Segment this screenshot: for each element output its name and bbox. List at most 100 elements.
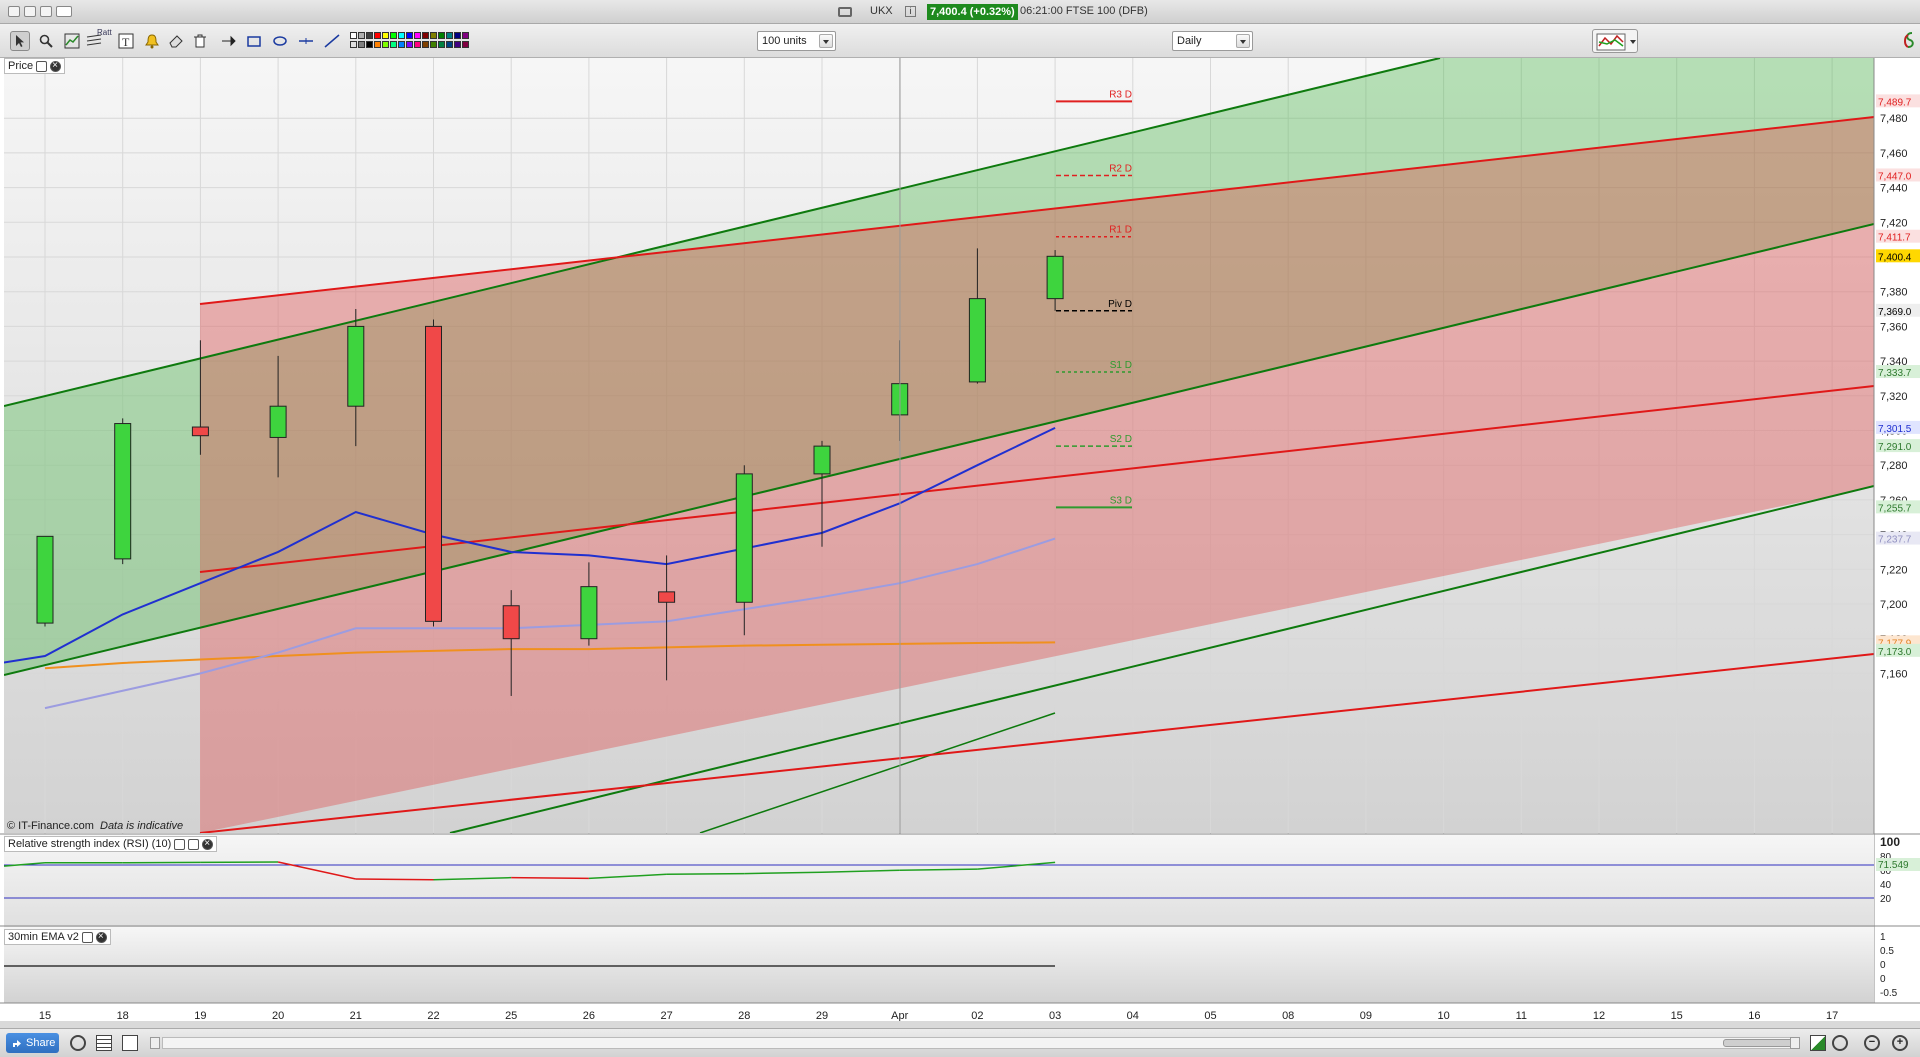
date-tick-label: 17 <box>1826 1010 1838 1021</box>
title-bar: UKX i 7,400.4 (+0.32%) 06:21:00 FTSE 100… <box>0 0 1920 24</box>
settings-wrench-icon[interactable] <box>174 838 186 850</box>
window-close-icon[interactable] <box>8 6 20 17</box>
indicator-menu-icon[interactable] <box>1592 29 1638 53</box>
price-tick-label: 7,280 <box>1880 460 1908 472</box>
palette-swatch[interactable] <box>462 41 469 48</box>
price-tag-text: 7,333.7 <box>1878 368 1912 379</box>
palette-swatch[interactable] <box>430 32 437 39</box>
settings-wrench-icon[interactable] <box>36 60 48 72</box>
price-tick-label: 7,480 <box>1880 113 1908 125</box>
rsi-axis-label: 20 <box>1880 894 1892 905</box>
dollar-icon[interactable] <box>1900 29 1920 53</box>
palette-swatch[interactable] <box>422 32 429 39</box>
palette-swatch[interactable] <box>350 41 357 48</box>
instrument-description: 06:21:00 FTSE 100 (DFB) <box>1020 5 1148 17</box>
palette-swatch[interactable] <box>454 32 461 39</box>
pivot-label: S1 D <box>1110 360 1132 371</box>
palette-swatch[interactable] <box>446 32 453 39</box>
info-icon[interactable]: i <box>905 6 916 17</box>
palette-swatch[interactable] <box>406 32 413 39</box>
keyboard-icon[interactable] <box>56 6 72 17</box>
candle-body <box>658 591 676 603</box>
date-tick-label: 03 <box>1049 1010 1061 1021</box>
zoom-tool-icon[interactable] <box>36 31 56 51</box>
alert-bell-icon[interactable] <box>142 31 162 51</box>
pivot-label: Piv D <box>1108 299 1132 310</box>
palette-swatch[interactable] <box>414 41 421 48</box>
palette-swatch[interactable] <box>414 32 421 39</box>
rsi-segment <box>899 868 978 871</box>
palette-swatch[interactable] <box>422 41 429 48</box>
print-icon[interactable] <box>122 1035 138 1051</box>
chart-area[interactable]: R3 D R2 D R1 D Piv D S1 D S2 D S3 D 7,480 7,460… <box>0 58 1920 1021</box>
maximize-icon[interactable] <box>81 931 93 943</box>
palette-swatch[interactable] <box>406 41 413 48</box>
date-tick-label: 20 <box>272 1010 284 1021</box>
scroll-left-arrow[interactable] <box>150 1037 160 1049</box>
palette-swatch[interactable] <box>382 41 389 48</box>
close-icon[interactable] <box>50 59 62 73</box>
close-icon[interactable] <box>95 930 107 944</box>
palette-swatch[interactable] <box>374 41 381 48</box>
palette-swatch[interactable] <box>366 32 373 39</box>
pointer-tool-icon[interactable] <box>10 31 30 51</box>
horizontal-scrollbar[interactable] <box>162 1037 1794 1049</box>
rectangle-tool-icon[interactable] <box>244 31 264 51</box>
arrow-tool-icon[interactable] <box>218 31 238 51</box>
link-icon[interactable] <box>838 7 852 17</box>
palette-swatch[interactable] <box>382 32 389 39</box>
zoom-out-icon[interactable]: − <box>1864 1035 1880 1051</box>
palette-swatch[interactable] <box>462 32 469 39</box>
palette-swatch[interactable] <box>390 41 397 48</box>
scroll-right-arrow[interactable] <box>1790 1037 1800 1049</box>
fit-zoom-icon[interactable] <box>1832 1035 1848 1051</box>
color-palette[interactable] <box>350 31 506 51</box>
date-tick-label: 28 <box>738 1010 750 1021</box>
close-icon[interactable] <box>202 837 214 851</box>
ema-panel-background <box>4 927 1874 1003</box>
palette-swatch[interactable] <box>446 41 453 48</box>
scrollbar-thumb[interactable] <box>1723 1039 1793 1047</box>
window-minimize-icon[interactable] <box>24 6 36 17</box>
palette-swatch[interactable] <box>358 32 365 39</box>
price-panel-title: Price <box>8 60 34 72</box>
pivot-label: S3 D <box>1110 495 1132 506</box>
palette-swatch[interactable] <box>358 41 365 48</box>
watermark: © IT-Finance.com <box>7 820 94 832</box>
candle-body <box>968 298 986 383</box>
rsi-panel-title: Relative strength index (RSI) (10) <box>8 838 172 850</box>
rsi-segment <box>511 876 589 880</box>
window-restore-icon[interactable] <box>40 6 52 17</box>
chart-type-icon[interactable] <box>1810 1035 1826 1051</box>
quote-badge: 7,400.4 (+0.32%) <box>927 4 1018 20</box>
units-select[interactable]: 100 units <box>757 31 836 51</box>
palette-swatch[interactable] <box>390 32 397 39</box>
palette-swatch[interactable] <box>350 32 357 39</box>
palette-swatch[interactable] <box>398 32 405 39</box>
palette-swatch[interactable] <box>438 41 445 48</box>
date-tick-label: 05 <box>1204 1010 1216 1021</box>
horizontal-line-tool-icon[interactable] <box>296 31 316 51</box>
zoom-in-icon[interactable]: + <box>1892 1035 1908 1051</box>
ellipse-tool-icon[interactable] <box>270 31 290 51</box>
eraser-tool-icon[interactable] <box>166 31 186 51</box>
palette-swatch[interactable] <box>398 41 405 48</box>
palette-swatch[interactable] <box>438 32 445 39</box>
chart-style-icon[interactable] <box>62 31 82 51</box>
rsi-panel-header: Relative strength index (RSI) (10) <box>4 836 218 852</box>
date-tick-label: 02 <box>971 1010 983 1021</box>
price-tick-label: 7,380 <box>1880 287 1908 299</box>
trash-icon[interactable] <box>190 31 210 51</box>
palette-swatch[interactable] <box>366 41 373 48</box>
palette-swatch[interactable] <box>454 41 461 48</box>
table-icon[interactable] <box>96 1035 112 1051</box>
candle-body <box>347 325 365 407</box>
palette-swatch[interactable] <box>430 41 437 48</box>
share-button[interactable]: Share <box>6 1033 59 1053</box>
crosshair-icon[interactable] <box>70 1035 86 1051</box>
trend-line-tool-icon[interactable] <box>322 31 342 51</box>
interval-select[interactable]: Daily <box>1172 31 1253 51</box>
maximize-icon[interactable] <box>188 838 200 850</box>
text-tool-icon[interactable]: T <box>116 31 136 51</box>
palette-swatch[interactable] <box>374 32 381 39</box>
